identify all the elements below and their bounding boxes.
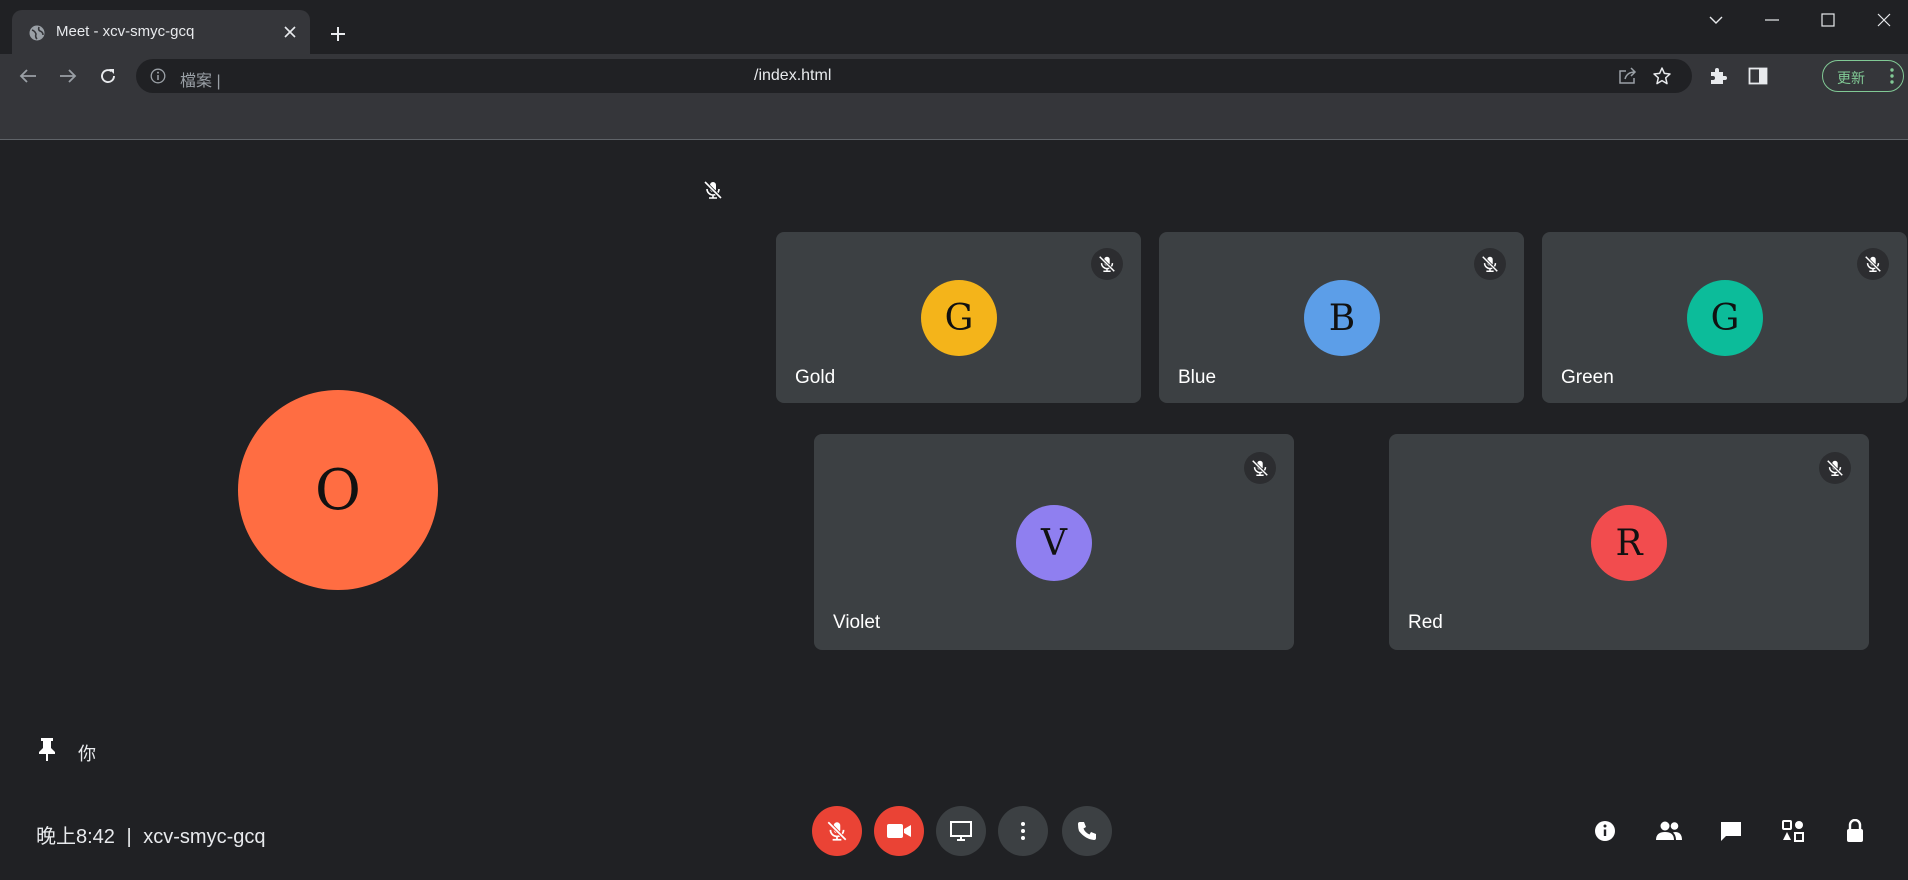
globe-icon [29, 25, 45, 41]
info-icon[interactable] [150, 68, 166, 84]
mic-off-icon [1857, 248, 1889, 280]
toggle-mic-button[interactable] [812, 806, 862, 856]
forward-arrow-icon[interactable] [54, 62, 82, 90]
reload-icon[interactable] [94, 62, 122, 90]
videocam-icon [887, 824, 911, 838]
participant-avatar: V [1016, 505, 1092, 581]
more-options-button[interactable] [998, 806, 1048, 856]
self-avatar: O [238, 390, 438, 590]
meeting-stage: O 你 G Gold B Blue G Green V Violet R Red… [0, 140, 1908, 880]
update-label: 更新 [1837, 70, 1865, 86]
minimize-icon[interactable] [1750, 6, 1794, 34]
new-tab-button[interactable] [324, 20, 352, 48]
mic-off-icon [1474, 248, 1506, 280]
tab-title: Meet - xcv-smyc-gcq [56, 23, 195, 40]
side-panel-icon[interactable] [1746, 64, 1770, 88]
present-screen-icon [950, 821, 972, 841]
url-scheme-label: 檔案 | [180, 73, 221, 90]
leave-call-button[interactable] [1062, 806, 1112, 856]
participant-tile-green[interactable]: G Green [1542, 232, 1907, 403]
back-arrow-icon[interactable] [14, 62, 42, 90]
close-tab-icon[interactable] [280, 22, 300, 42]
maximize-icon[interactable] [1806, 6, 1850, 34]
self-name-label: 你 [78, 744, 96, 764]
participant-avatar: B [1304, 280, 1380, 356]
close-window-icon[interactable] [1862, 6, 1906, 34]
participant-name: Blue [1178, 367, 1217, 388]
address-bar[interactable]: 檔案 | /index.html [136, 59, 1692, 93]
toggle-camera-button[interactable] [874, 806, 924, 856]
meeting-code: xcv-smyc-gcq [143, 826, 266, 848]
meeting-details-info-icon[interactable] [1590, 816, 1620, 846]
separator: | [126, 826, 132, 848]
participant-tile-blue[interactable]: B Blue [1159, 232, 1524, 403]
share-icon[interactable] [1618, 66, 1638, 86]
browser-toolbar: 檔案 | /index.html 更新 [0, 54, 1908, 98]
participant-avatar: R [1591, 505, 1667, 581]
meeting-time-and-code: 晚上8:42 | xcv-smyc-gcq [36, 820, 266, 849]
chat-icon[interactable] [1716, 816, 1746, 846]
participant-tile-red[interactable]: R Red [1389, 434, 1869, 650]
present-screen-button[interactable] [936, 806, 986, 856]
phone-icon [1078, 822, 1096, 840]
mic-off-icon [703, 180, 723, 200]
activities-icon[interactable] [1778, 816, 1808, 846]
more-vert-icon [1021, 822, 1025, 840]
participant-name: Gold [795, 367, 836, 388]
meeting-time: 晚上8:42 [36, 826, 115, 848]
mic-off-icon [1819, 452, 1851, 484]
pin-icon[interactable] [36, 736, 58, 762]
bookmark-star-icon[interactable] [1652, 66, 1672, 86]
mic-off-icon [1091, 248, 1123, 280]
more-vert-icon[interactable] [1889, 67, 1895, 85]
people-icon[interactable] [1654, 816, 1684, 846]
participant-name: Green [1561, 367, 1614, 388]
extensions-puzzle-icon[interactable] [1706, 64, 1730, 88]
tab-search-icon[interactable] [1694, 6, 1738, 34]
participant-name: Violet [833, 612, 881, 633]
mic-off-icon [827, 821, 847, 841]
participant-tile-violet[interactable]: V Violet [814, 434, 1294, 650]
participant-avatar: G [1687, 280, 1763, 356]
tab-strip: Meet - xcv-smyc-gcq [0, 0, 1908, 54]
participant-avatar: G [921, 280, 997, 356]
bookmarks-bar [0, 98, 1908, 140]
participant-name: Red [1408, 612, 1443, 633]
url-text[interactable]: /index.html [754, 67, 831, 85]
mic-off-icon [1244, 452, 1276, 484]
participant-tile-gold[interactable]: G Gold [776, 232, 1141, 403]
update-button[interactable]: 更新 [1822, 60, 1904, 92]
browser-tab[interactable]: Meet - xcv-smyc-gcq [12, 10, 310, 54]
lock-icon[interactable] [1840, 816, 1870, 846]
